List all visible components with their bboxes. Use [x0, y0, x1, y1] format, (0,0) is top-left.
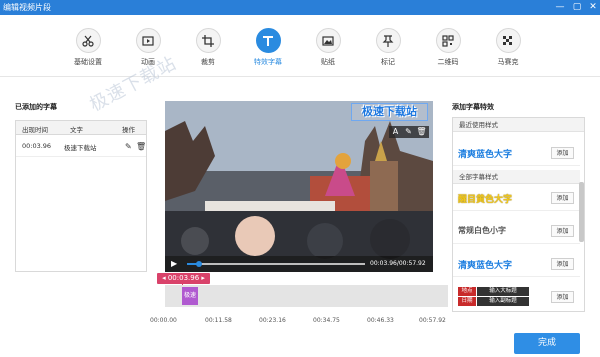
tick-label: 00:23.16: [259, 317, 286, 324]
chevron-right-icon[interactable]: ▸: [201, 274, 205, 282]
template-preview: 地点 输入大标题 日期 输入副标题: [458, 287, 530, 307]
close-icon[interactable]: ✕: [586, 1, 600, 13]
scrollbar[interactable]: [579, 182, 584, 242]
tool-sticker[interactable]: 贴纸: [298, 28, 358, 67]
tool-label: 裁剪: [201, 58, 215, 66]
trash-icon[interactable]: 🗑: [415, 126, 428, 138]
mosaic-icon: [495, 28, 521, 53]
row-text: 极速下载站: [64, 144, 97, 152]
template-tag: 日期: [458, 297, 476, 306]
tick-label: 00:34.75: [313, 317, 340, 324]
tool-label: 标记: [381, 58, 395, 66]
tool-label: 马赛克: [497, 58, 519, 66]
overlay-toolbar: A ✎ 🗑: [389, 126, 429, 138]
pin-icon: [375, 28, 401, 53]
column-text: 文字: [70, 126, 83, 134]
tick-label: 00:57.92: [419, 317, 446, 324]
style-item[interactable]: 清爽蓝色大字 添加: [453, 139, 580, 166]
tool-basic-settings[interactable]: 基础设置: [58, 28, 118, 67]
effects-toolbar: 基础设置 动画 裁剪 特效字幕 贴纸 标记 二维码 马赛克: [0, 15, 600, 77]
tool-label: 基础设置: [74, 58, 102, 66]
effects-title: 添加字幕特效: [452, 103, 494, 111]
playback-bar: ▶ 00:03.96/00:57.92: [165, 256, 433, 272]
tool-text-effects[interactable]: 特效字幕: [238, 28, 298, 67]
add-style-button[interactable]: 添加: [551, 291, 574, 303]
add-style-button[interactable]: 添加: [551, 147, 574, 159]
tick-label: 00:00.00: [150, 317, 177, 324]
tool-qrcode[interactable]: 二维码: [418, 28, 478, 67]
seek-handle[interactable]: [196, 261, 203, 267]
style-item[interactable]: 常规白色小字 添加: [453, 217, 580, 244]
add-style-button[interactable]: 添加: [551, 192, 574, 204]
minimize-icon[interactable]: —: [553, 1, 567, 13]
style-item-template[interactable]: 地点 输入大标题 日期 输入副标题 添加: [453, 283, 580, 310]
table-header: 出现时间 文字 操作: [16, 121, 146, 135]
add-style-button[interactable]: 添加: [551, 258, 574, 270]
all-styles-header: 全部字幕样式: [453, 170, 580, 184]
sticker-icon: [315, 28, 341, 53]
trash-icon[interactable]: 🗑: [136, 142, 146, 151]
tool-marker[interactable]: 标记: [358, 28, 418, 67]
play-icon[interactable]: ▶: [171, 259, 177, 268]
table-row[interactable]: 00:03.96 极速下载站 ✎ 🗑: [16, 135, 146, 157]
effects-panel: 最近使用样式 清爽蓝色大字 添加 全部字幕样式 醒目黄色大字 添加 常规白色小字…: [452, 117, 585, 312]
style-sample: 醒目黄色大字: [458, 195, 513, 205]
maximize-icon[interactable]: ▢: [570, 1, 584, 13]
row-time: 00:03.96: [22, 142, 52, 150]
template-text: 输入大标题: [477, 287, 529, 296]
timeline-ticks: 00:00.00 00:11.58 00:23.16 00:34.75 00:4…: [150, 317, 455, 327]
template-tag: 地点: [458, 287, 476, 296]
window-title: 编辑视频片段: [3, 3, 51, 12]
style-sample: 清爽蓝色大字: [458, 150, 513, 160]
tick-label: 00:46.33: [367, 317, 394, 324]
style-sample: 常规白色小字: [458, 226, 506, 235]
added-subtitles-title: 已添加的字幕: [15, 103, 57, 111]
tool-label: 二维码: [437, 58, 459, 66]
edit-icon[interactable]: ✎: [402, 126, 415, 138]
scissors-icon: [75, 28, 101, 53]
time-display: 00:03.96/00:57.92: [370, 260, 426, 267]
text-icon: [255, 28, 281, 53]
column-time: 出现时间: [22, 126, 48, 134]
animation-icon: [135, 28, 161, 53]
chevron-left-icon[interactable]: ◂: [162, 274, 166, 282]
playhead-time: 00:03.96: [167, 274, 200, 282]
timeline-track[interactable]: [165, 285, 448, 307]
template-text: 输入副标题: [477, 297, 529, 306]
tick-label: 00:11.58: [205, 317, 232, 324]
style-item[interactable]: 醒目黄色大字 添加: [453, 184, 580, 211]
tool-label: 特效字幕: [254, 58, 282, 66]
tool-mosaic[interactable]: 马赛克: [478, 28, 538, 67]
column-actions: 操作: [122, 126, 135, 134]
tool-crop[interactable]: 裁剪: [178, 28, 238, 67]
subtitle-clip[interactable]: 极速: [182, 287, 198, 305]
subtitle-overlay[interactable]: 极速下载站: [351, 103, 428, 121]
tool-label: 贴纸: [321, 58, 335, 66]
recent-styles-header: 最近使用样式: [453, 118, 584, 132]
qrcode-icon: [435, 28, 461, 53]
seek-track[interactable]: [187, 261, 365, 267]
style-sample: 清爽蓝色大字: [458, 261, 513, 271]
add-style-button[interactable]: 添加: [551, 225, 574, 237]
subtitle-table: 出现时间 文字 操作 00:03.96 极速下载站 ✎ 🗑: [15, 120, 147, 272]
edit-icon[interactable]: ✎: [125, 142, 132, 151]
font-icon[interactable]: A: [389, 126, 402, 138]
style-item[interactable]: 清爽蓝色大字 添加: [453, 250, 580, 277]
video-preview[interactable]: 极速下载站 A ✎ 🗑 ▶ 00:03.96/00:57.92: [165, 101, 433, 272]
crop-icon: [195, 28, 221, 53]
finish-button[interactable]: 完成: [514, 333, 580, 354]
title-bar: 编辑视频片段 — ▢ ✕: [0, 0, 600, 15]
playhead-time-badge[interactable]: ◂ 00:03.96 ▸: [157, 273, 210, 284]
